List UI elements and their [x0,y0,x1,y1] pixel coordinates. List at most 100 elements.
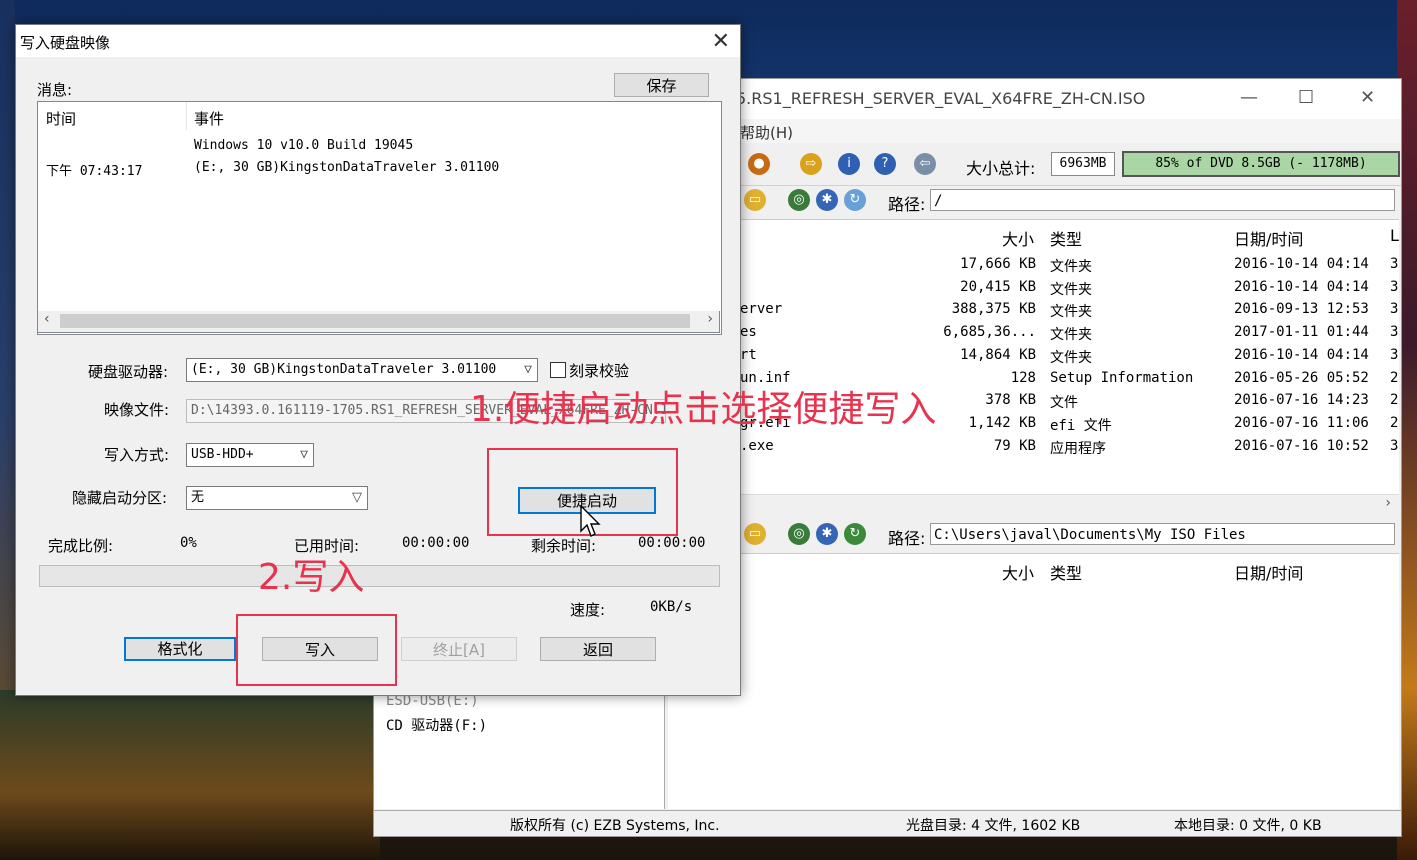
back-button[interactable]: 返回 [540,637,656,661]
local-col-type[interactable]: 类型 [1050,560,1082,584]
file-type: 文件夹 [1050,327,1092,344]
file-type: Setup Information [1050,369,1194,386]
file-date: 2016-07-16 11:06 [1234,414,1369,431]
log-row-2-time: 下午 07:43:17 [46,164,143,179]
image-file-label: 映像文件: [104,401,170,419]
messages-label: 消息: [37,81,73,99]
file-date: 2016-05-26 05:52 [1234,369,1369,386]
annotation-box-write [236,614,397,686]
info-icon[interactable]: i [838,153,860,175]
file-name: erver [740,301,783,318]
write-method-label: 写入方式: [104,446,170,464]
scroll-right-icon[interactable]: › [1385,495,1391,511]
file-extra: 3 [1390,278,1399,295]
local-col-size[interactable]: 大小 [1002,560,1034,584]
log-scrollbar[interactable]: ‹ › [37,311,720,333]
maximize-icon[interactable]: ☐ [1298,87,1314,108]
minimize-icon[interactable]: — [1240,87,1258,108]
local-col-date[interactable]: 日期/时间 [1234,560,1303,584]
remaining-value: 00:00:00 [638,535,706,551]
log-scroll-left-icon[interactable]: ‹ [44,311,50,327]
drive-label: 硬盘驱动器: [88,363,169,381]
local-refresh-icon[interactable]: ↻ [844,523,866,545]
write-progress-bar [39,565,720,587]
hidden-partition-value: 无 [191,490,205,505]
write-method-chevron-icon: ▽ [300,447,308,462]
save-button[interactable]: 保存 [614,73,709,97]
iso-path-input[interactable]: / [930,189,1395,211]
iso-path-label: 路径: [888,195,926,214]
file-extra: 3 [1390,324,1399,341]
file-size: 79 KB [993,437,1036,454]
size-total-value: 6963MB [1051,152,1115,176]
file-extra: 3 [1390,346,1399,363]
col-type[interactable]: 类型 [1050,226,1082,250]
file-date: 2017-01-11 01:44 [1234,324,1369,341]
tree-item-cd-drive[interactable]: CD 驱动器(F:) [386,715,487,735]
app-title: 5.RS1_REFRESH_SERVER_EVAL_X64FRE_ZH-CN.I… [736,89,1146,108]
file-extra: 3 [1390,301,1399,318]
log-col-time: 时间 [46,110,77,128]
speed-value: 0KB/s [650,599,693,615]
file-type: efi 文件 [1050,417,1112,434]
log-scroll-thumb[interactable] [60,314,690,328]
col-date[interactable]: 日期/时间 [1234,226,1303,250]
file-name: rt [740,346,757,363]
disc-capacity-bar: 85% of DVD 8.5GB (- 1178MB) [1122,151,1400,177]
local-path-input[interactable]: C:\Users\javal\Documents\My ISO Files [930,523,1395,545]
file-size: 128 [1010,369,1036,386]
extract-icon[interactable]: ⇨ [800,153,822,175]
log-row-2-event: (E:, 30 GB)KingstonDataTraveler 3.01100 [194,160,500,175]
file-type: 文件 [1050,395,1078,412]
wallpaper-left-edge [0,0,15,690]
progress-value: 0% [180,535,197,551]
hidden-partition-select[interactable]: 无 ▽ [186,486,368,510]
drive-select[interactable]: (E:, 30 GB)KingstonDataTraveler 3.01100 … [186,358,538,382]
format-button[interactable]: 格式化 [124,637,236,661]
globe-icon[interactable]: ◎ [788,189,810,211]
size-total-label: 大小总计: [966,159,1036,178]
drive-select-value: (E:, 30 GB)KingstonDataTraveler 3.01100 [191,362,497,377]
dialog-close-icon[interactable]: ✕ [712,29,730,54]
local-gear-icon[interactable]: ✱ [816,523,838,545]
abort-button[interactable]: 终止[A] [401,637,517,661]
file-date: 2016-07-16 10:52 [1234,437,1369,454]
log-col-event: 事件 [194,110,225,128]
log-scroll-right-icon[interactable]: › [707,311,713,327]
exit-icon[interactable]: ⇦ [914,153,936,175]
close-icon[interactable]: ✕ [1360,87,1375,108]
annotation-step-1: 1.便捷启动点击选择便捷写入 [470,389,937,430]
file-type: 文件夹 [1050,259,1092,275]
file-name: es [740,324,757,341]
verify-checkbox[interactable] [550,362,566,378]
chevron-down-icon: ▽ [524,362,532,377]
refresh-icon[interactable]: ↻ [844,189,866,211]
file-date: 2016-10-14 04:14 [1234,278,1369,295]
file-type: 文件夹 [1050,281,1092,298]
col-size[interactable]: 大小 [1002,226,1034,250]
write-method-select[interactable]: USB-HDD+ ▽ [186,443,314,467]
local-path-label: 路径: [888,529,926,548]
verify-label: 刻录校验 [569,362,630,380]
gear-icon[interactable]: ✱ [816,189,838,211]
file-date: 2016-07-16 14:23 [1234,392,1369,409]
col-extra[interactable]: L [1390,226,1399,245]
file-date: 2016-09-13 12:53 [1234,301,1369,318]
local-globe-icon[interactable]: ◎ [788,523,810,545]
burn-icon[interactable]: ● [748,153,770,175]
file-size: 14,864 KB [960,346,1036,363]
file-type: 文件夹 [1050,304,1092,321]
elapsed-value: 00:00:00 [402,535,470,551]
log-row-1-event: Windows 10 v10.0 Build 19045 [194,138,414,153]
file-extra: 3 [1390,256,1399,272]
local-folder-icon[interactable]: ▭ [744,523,766,545]
menu-help[interactable]: 帮助(H) [740,122,793,143]
wallpaper-bottom-left [0,690,380,860]
file-size: 6,685,36... [943,324,1036,341]
annotation-step-2: 2.写入 [258,557,365,598]
folder-icon[interactable]: ▭ [744,189,766,211]
file-size: 17,666 KB [960,256,1036,272]
local-file-pane [668,689,1399,809]
file-date: 2016-10-14 04:14 [1234,346,1369,363]
help-icon[interactable]: ? [874,153,896,175]
